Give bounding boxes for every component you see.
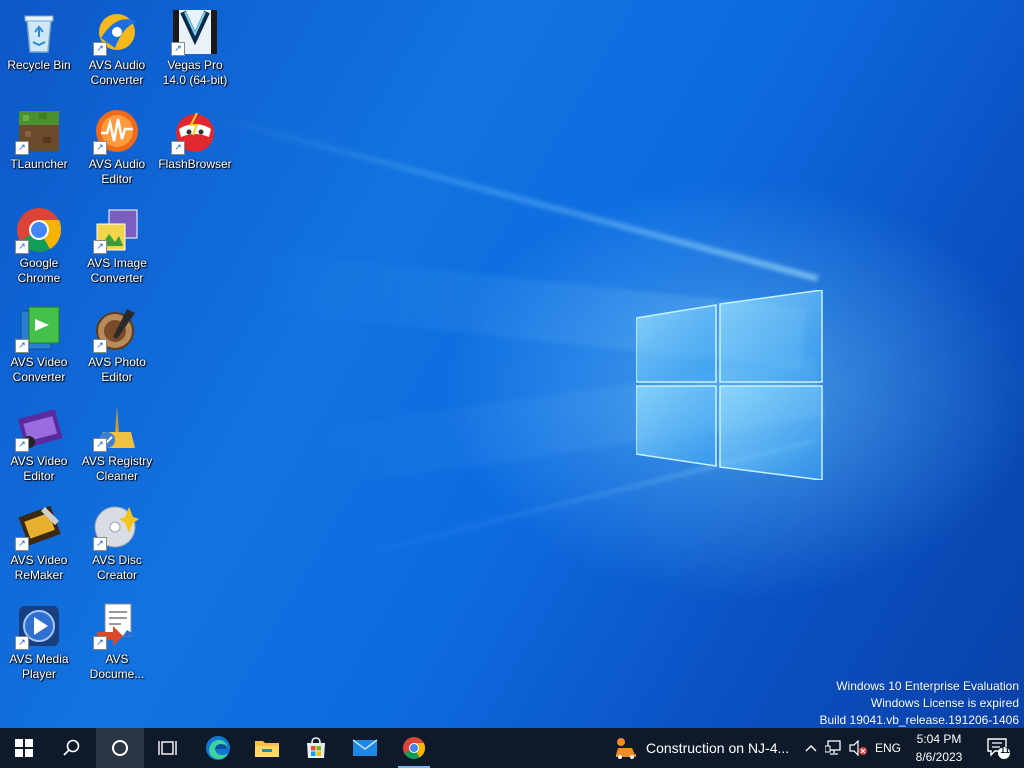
desktop-icon-avs-photo-editor[interactable]: ↗ AVS Photo Editor [78, 305, 156, 385]
clock-time: 5:04 PM [916, 732, 962, 746]
taskbar-microsoft-store[interactable] [292, 728, 340, 768]
search-icon [63, 739, 80, 756]
desktop-icon-google-chrome[interactable]: ↗ Google Chrome [0, 206, 78, 286]
shortcut-arrow-icon: ↗ [93, 438, 107, 452]
desktop-icon-avs-media-player[interactable]: ↗ AVS Media Player [0, 602, 78, 682]
taskbar-mail[interactable] [341, 728, 389, 768]
shortcut-arrow-icon: ↗ [171, 141, 185, 155]
mail-icon [352, 739, 378, 756]
volume-muted-icon [849, 740, 867, 756]
google-chrome-icon: ↗ [15, 206, 63, 254]
avs-disc-creator-icon: ↗ [93, 503, 141, 551]
watermark-build: Build 19041.vb_release.191206-1406 [819, 713, 1020, 727]
file-explorer-icon [255, 741, 279, 757]
input-language-button[interactable]: ENG [872, 728, 904, 768]
desktop-icon-avs-audio-converter[interactable]: ↗ AVS Audio Converter [78, 8, 156, 88]
start-button[interactable] [0, 728, 48, 768]
task-view-button[interactable] [144, 728, 192, 768]
start-windows-icon [15, 739, 33, 757]
desktop-icon-recycle-bin[interactable]: Recycle Bin [0, 8, 78, 73]
volume-button[interactable] [846, 728, 870, 768]
avs-photo-editor-icon: ↗ [93, 305, 141, 353]
avs-media-player-icon: ↗ [15, 602, 63, 650]
shortcut-arrow-icon: ↗ [93, 636, 107, 650]
desktop-icon-avs-video-remaker[interactable]: ↗ AVS Video ReMaker [0, 503, 78, 583]
search-button[interactable] [48, 728, 96, 768]
shortcut-arrow-icon: ↗ [93, 537, 107, 551]
flashbrowser-icon: ↗ [171, 107, 219, 155]
windows-logo-wallpaper [636, 290, 823, 480]
desktop-icon-avs-disc-creator[interactable]: ↗ AVS Disc Creator [78, 503, 156, 583]
shortcut-arrow-icon: ↗ [15, 537, 29, 551]
desktop-icon-vegas-pro[interactable]: ↗ Vegas Pro 14.0 (64-bit) [156, 8, 234, 88]
avs-image-converter-icon: ↗ [93, 206, 141, 254]
taskbar-chrome[interactable] [390, 728, 438, 768]
edge-icon [206, 736, 230, 760]
shortcut-arrow-icon: ↗ [15, 141, 29, 155]
tlauncher-icon: ↗ [15, 107, 63, 155]
avs-document-converter-icon: ↗ [93, 602, 141, 650]
notification-count-badge: 11 [1000, 745, 1010, 755]
desktop-icon-avs-audio-editor[interactable]: ↗ AVS Audio Editor [78, 107, 156, 187]
cortana-circle-icon [112, 740, 128, 756]
cortana-button[interactable] [96, 728, 144, 768]
recycle-bin-icon [15, 8, 63, 56]
avs-registry-cleaner-icon: ↗ [93, 404, 141, 452]
avs-audio-editor-icon: ↗ [93, 107, 141, 155]
windows-activation-watermark: Windows 10 Enterprise Evaluation Windows… [820, 678, 1020, 728]
desktop-icon-avs-registry-cleaner[interactable]: ↗ AVS Registry Cleaner [78, 404, 156, 484]
traffic-alert-icon [616, 738, 636, 759]
avs-video-remaker-icon: ↗ [15, 503, 63, 551]
action-center-button[interactable]: 11 [978, 728, 1018, 768]
watermark-license: Windows License is expired [870, 696, 1019, 710]
shortcut-arrow-icon: ↗ [15, 636, 29, 650]
shortcut-arrow-icon: ↗ [93, 240, 107, 254]
vegas-pro-icon: ↗ [171, 8, 219, 56]
desktop-icon-avs-video-editor[interactable]: ↗ AVS Video Editor [0, 404, 78, 484]
microsoft-store-icon [307, 737, 325, 758]
desktop-icon-avs-video-converter[interactable]: ↗ AVS Video Converter [0, 305, 78, 385]
network-status-button[interactable] [822, 728, 846, 768]
taskbar-clock[interactable]: 5:04 PM 8/6/2023 [906, 730, 972, 766]
desktop[interactable]: Recycle Bin ↗ TLauncher ↗ Google Chrome … [0, 0, 1024, 728]
shortcut-arrow-icon: ↗ [93, 42, 107, 56]
traffic-notification[interactable]: Construction on NJ-4... [614, 728, 789, 768]
shortcut-arrow-icon: ↗ [15, 438, 29, 452]
network-disconnected-icon [825, 740, 841, 755]
shortcut-arrow-icon: ↗ [93, 339, 107, 353]
taskbar: Construction on NJ-4... ENG 5:04 PM 8/6/… [0, 728, 1024, 768]
clock-date: 8/6/2023 [915, 750, 963, 764]
show-hidden-icons-button[interactable] [800, 728, 822, 768]
taskbar-file-explorer[interactable] [243, 728, 291, 768]
desktop-icon-flashbrowser[interactable]: ↗ FlashBrowser [156, 107, 234, 172]
desktop-icon-tlauncher[interactable]: ↗ TLauncher [0, 107, 78, 172]
shortcut-arrow-icon: ↗ [171, 42, 185, 56]
traffic-notification-text: Construction on NJ-4... [646, 740, 790, 756]
shortcut-arrow-icon: ↗ [93, 141, 107, 155]
avs-video-converter-icon: ↗ [15, 305, 63, 353]
shortcut-arrow-icon: ↗ [15, 240, 29, 254]
chrome-icon [403, 737, 426, 759]
shortcut-arrow-icon: ↗ [15, 339, 29, 353]
desktop-icon-avs-image-converter[interactable]: ↗ AVS Image Converter [78, 206, 156, 286]
avs-video-editor-icon: ↗ [15, 404, 63, 452]
task-view-icon [158, 741, 177, 755]
desktop-icon-avs-document-converter[interactable]: ↗ AVS Docume... [78, 602, 156, 682]
chevron-up-icon [805, 745, 817, 752]
watermark-edition: Windows 10 Enterprise Evaluation [836, 679, 1019, 693]
avs-audio-converter-icon: ↗ [93, 8, 141, 56]
taskbar-edge[interactable] [194, 728, 242, 768]
